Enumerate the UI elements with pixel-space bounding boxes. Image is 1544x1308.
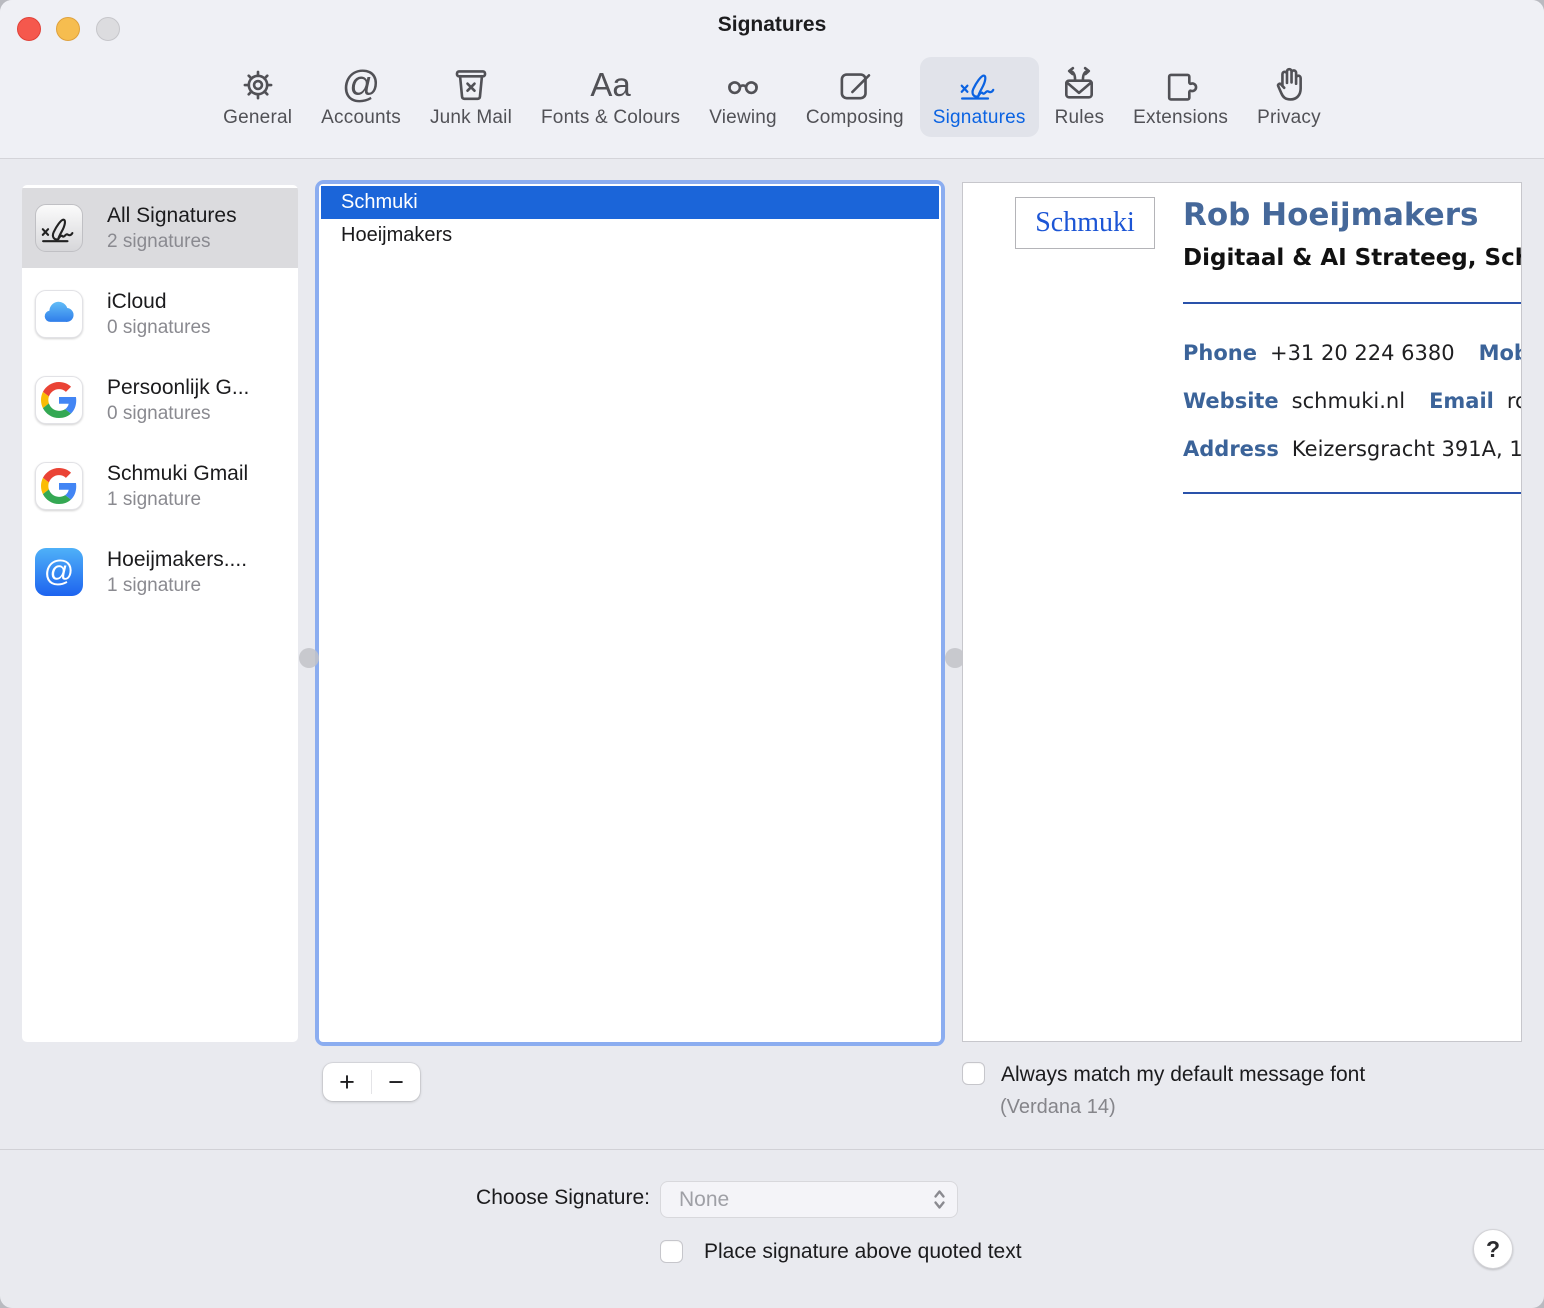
compose-icon — [834, 64, 876, 106]
preview-divider-bottom — [1183, 492, 1521, 494]
puzzle-icon — [1160, 64, 1202, 106]
signature-preview: Schmuki Rob Hoeijmakers Digitaal & AI St… — [962, 182, 1522, 1042]
remove-signature-button[interactable]: − — [372, 1063, 420, 1101]
selected-signature-value: None — [679, 1187, 730, 1211]
accounts-sidebar: All Signatures 2 signatures iCloud 0 sig… — [22, 185, 298, 1042]
choose-signature-select[interactable]: None — [660, 1181, 958, 1218]
signature-list: Schmuki Hoeijmakers — [315, 180, 945, 1046]
at-icon: @ — [341, 64, 381, 106]
mail-preferences-window: Signatures General @ Accounts Junk Mail … — [0, 0, 1544, 1308]
titlebar: Signatures — [0, 0, 1544, 55]
signature-icon — [958, 64, 1000, 106]
tab-label: Signatures — [932, 107, 1026, 128]
account-name: Hoeijmakers.... — [107, 547, 248, 571]
google-icon — [35, 376, 83, 424]
preview-role: Digitaal & AI Strateeg, Sch — [1183, 245, 1522, 271]
help-button[interactable]: ? — [1473, 1229, 1513, 1269]
add-signature-button[interactable]: + — [323, 1063, 371, 1101]
account-count: 2 signatures — [107, 230, 211, 252]
tab-extensions[interactable]: Extensions — [1120, 57, 1241, 137]
preview-phone-row: Phone+31 20 224 6380Mob — [1183, 341, 1521, 365]
match-font-subtext: (Verdana 14) — [1000, 1096, 1116, 1118]
preview-website-row: Websiteschmuki.nlEmailro — [1183, 389, 1521, 413]
tab-junk-mail[interactable]: Junk Mail — [417, 57, 525, 137]
tab-label: Viewing — [709, 107, 777, 128]
tab-rules[interactable]: Rules — [1042, 57, 1118, 137]
signature-row-schmuki[interactable]: Schmuki — [321, 186, 939, 219]
tab-general[interactable]: General — [210, 57, 305, 137]
footer-divider — [0, 1149, 1544, 1150]
chevron-up-down-icon — [932, 1188, 947, 1211]
place-above-label: Place signature above quoted text — [704, 1240, 1022, 1263]
tab-label: Fonts & Colours — [541, 107, 681, 128]
preview-divider-top — [1183, 302, 1521, 304]
tab-fonts-colours[interactable]: Aa Fonts & Colours — [528, 57, 693, 137]
gear-icon — [237, 64, 279, 106]
account-name: iCloud — [107, 289, 167, 313]
account-count: 0 signatures — [107, 316, 211, 338]
tab-accounts[interactable]: @ Accounts — [308, 57, 414, 137]
window-chrome: Signatures General @ Accounts Junk Mail … — [0, 0, 1544, 159]
account-count: 0 signatures — [107, 402, 211, 424]
at-account-icon: @ — [35, 548, 83, 596]
choose-signature-label: Choose Signature: — [476, 1186, 650, 1209]
match-font-label: Always match my default message font — [1001, 1063, 1366, 1086]
preview-name: Rob Hoeijmakers — [1183, 197, 1479, 233]
place-above-checkbox[interactable] — [660, 1240, 683, 1263]
signature-list-inner: Schmuki Hoeijmakers — [319, 184, 941, 1042]
tab-label: Accounts — [321, 107, 401, 128]
fonts-icon: Aa — [590, 66, 631, 103]
preferences-toolbar: General @ Accounts Junk Mail Aa Fonts & … — [0, 55, 1544, 158]
account-name: Persoonlijk G... — [107, 375, 250, 399]
tab-signatures[interactable]: Signatures — [919, 57, 1039, 137]
match-font-row: Always match my default message font — [962, 1062, 1365, 1087]
splitter-handle-left[interactable] — [299, 648, 319, 668]
sidebar-item-icloud[interactable]: iCloud 0 signatures — [22, 274, 298, 354]
account-name: Schmuki Gmail — [107, 461, 249, 485]
sidebar-item-hoeijmakers[interactable]: @ Hoeijmakers.... 1 signature — [22, 532, 298, 612]
sidebar-item-all-signatures[interactable]: All Signatures 2 signatures — [22, 188, 298, 268]
rules-envelope-icon — [1058, 64, 1100, 106]
window-title: Signatures — [717, 13, 827, 36]
preview-address-row: Address Keizersgracht 391A, 1 — [1183, 437, 1522, 461]
account-name: All Signatures — [107, 203, 237, 227]
tab-label: Composing — [805, 107, 904, 128]
tab-privacy[interactable]: Privacy — [1244, 57, 1334, 137]
hand-icon — [1268, 64, 1310, 106]
glasses-icon — [722, 64, 764, 106]
icloud-icon — [35, 290, 83, 338]
match-font-checkbox[interactable] — [962, 1062, 985, 1085]
sidebar-item-persoonlijk-gmail[interactable]: Persoonlijk G... 0 signatures — [22, 360, 298, 440]
tab-viewing[interactable]: Viewing — [696, 57, 790, 137]
junk-bin-icon — [450, 64, 492, 106]
tab-label: Rules — [1054, 107, 1105, 128]
tab-label: General — [223, 107, 293, 128]
signature-row-hoeijmakers[interactable]: Hoeijmakers — [321, 219, 939, 252]
all-signatures-icon — [35, 204, 83, 252]
tab-label: Privacy — [1257, 107, 1321, 128]
tab-label: Extensions — [1133, 107, 1229, 128]
google-icon — [35, 462, 83, 510]
account-count: 1 signature — [107, 488, 202, 510]
schmuki-logo: Schmuki — [1015, 197, 1155, 249]
account-count: 1 signature — [107, 574, 202, 596]
tab-label: Junk Mail — [429, 107, 512, 128]
tab-composing[interactable]: Composing — [793, 57, 917, 137]
add-remove-control: + − — [323, 1063, 420, 1101]
sidebar-item-schmuki-gmail[interactable]: Schmuki Gmail 1 signature — [22, 446, 298, 526]
